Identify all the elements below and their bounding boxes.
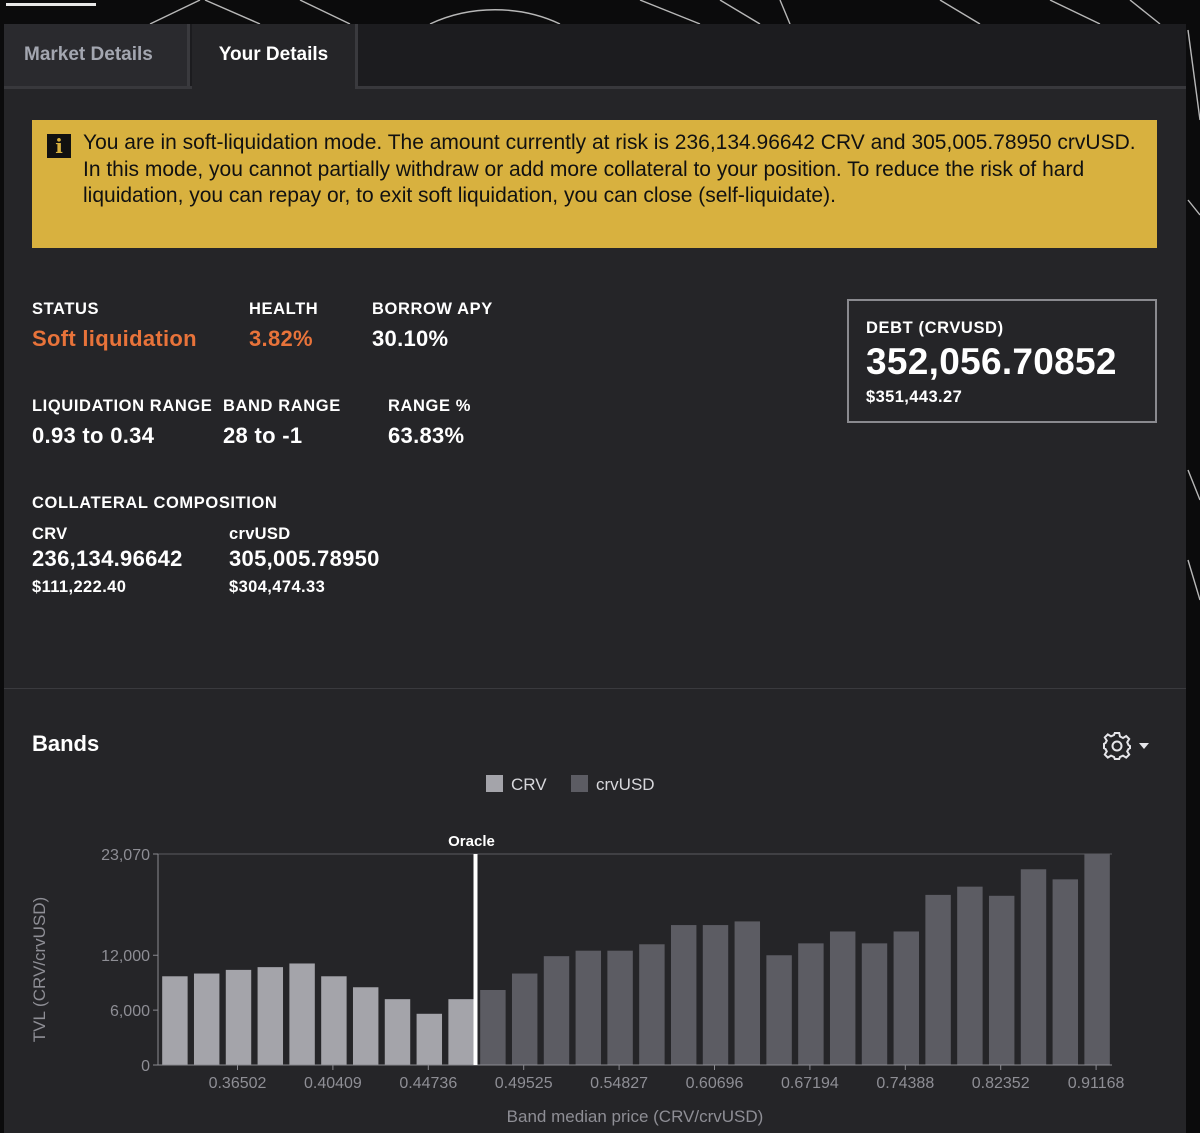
bar-crvusd[interactable]	[734, 921, 761, 1065]
crvusd-swatch	[571, 775, 588, 792]
x-tick-label: 0.40409	[304, 1075, 362, 1092]
y-tick-label: 23,070	[101, 847, 150, 864]
collateral-composition-label: COLLATERAL COMPOSITION	[32, 494, 278, 512]
x-tick-label: 0.44736	[399, 1075, 457, 1092]
health-label: HEALTH	[249, 300, 319, 318]
y-axis-label: TVL (CRV/crvUSD)	[30, 897, 49, 1042]
bar-crvusd[interactable]	[957, 886, 983, 1065]
legend-crv-label: CRV	[511, 775, 547, 794]
collateral-crv-label: CRV	[32, 525, 68, 543]
bar-crv[interactable]	[384, 999, 411, 1065]
details-panel: Market Details Your Details i You are in…	[4, 24, 1186, 1133]
bands-chart: 0 6,000 12,000 23,070 0.36502 0.40409 0.44736 0…	[30, 833, 1125, 1126]
section-divider	[4, 688, 1186, 689]
bar-crvusd[interactable]	[829, 931, 856, 1065]
debt-card: DEBT (CRVUSD) 352,056.70852 $351,443.27	[847, 299, 1157, 423]
collateral-crv-value: 236,134.96642	[32, 546, 183, 571]
legend-item-crvusd[interactable]: crvUSD	[571, 775, 655, 795]
soft-liquidation-alert: i You are in soft-liquidation mode. The …	[32, 120, 1157, 248]
y-tick-label: 12,000	[101, 948, 150, 965]
borrow-apy-label: BORROW APY	[372, 300, 493, 318]
alert-text: You are in soft-liquidation mode. The am…	[83, 131, 1136, 207]
bar-crv[interactable]	[321, 976, 347, 1065]
range-pct-value: 63.83%	[388, 423, 465, 448]
bar-crvusd[interactable]	[1020, 869, 1047, 1065]
bar-crvusd[interactable]	[861, 943, 888, 1065]
bar-crv[interactable]	[193, 973, 220, 1065]
bar-crvusd[interactable]	[925, 894, 951, 1065]
bar-crv[interactable]	[448, 999, 474, 1065]
range-pct-label: RANGE %	[388, 397, 472, 415]
y-tick-label: 0	[141, 1058, 150, 1075]
bar-crvusd[interactable]	[511, 973, 538, 1065]
x-tick-label: 0.60696	[686, 1075, 744, 1092]
band-range-value: 28 to -1	[223, 423, 303, 448]
bands-title: Bands	[32, 731, 100, 756]
bar-crvusd[interactable]	[607, 950, 633, 1065]
x-tick-label: 0.91168	[1068, 1075, 1125, 1092]
info-icon: i	[47, 134, 71, 158]
x-tick-label: 0.82352	[972, 1075, 1030, 1092]
bar-crv[interactable]	[352, 987, 379, 1065]
status-label: STATUS	[32, 300, 100, 318]
bar-crvusd[interactable]	[702, 925, 729, 1065]
bar-crvusd[interactable]	[798, 943, 824, 1065]
y-tick-label: 6,000	[110, 1003, 150, 1020]
bar-crvusd[interactable]	[988, 895, 1015, 1065]
x-tick-label: 0.36502	[209, 1075, 267, 1092]
x-axis-label: Band median price (CRV/crvUSD)	[507, 1107, 764, 1126]
bar-crvusd[interactable]	[893, 931, 920, 1065]
legend-crvusd-label: crvUSD	[596, 775, 655, 794]
band-range-label: BAND RANGE	[223, 397, 341, 415]
liquidation-range-label: LIQUIDATION RANGE	[32, 397, 213, 415]
collateral-crvusd-usd: $304,474.33	[229, 578, 326, 596]
tab-bar: Market Details Your Details	[4, 24, 1186, 89]
bar-crvusd[interactable]	[1084, 854, 1110, 1065]
collateral-crvusd-value: 305,005.78950	[229, 546, 380, 571]
bar-crvusd[interactable]	[639, 944, 665, 1065]
legend-item-crv[interactable]: CRV	[486, 775, 547, 795]
tab-market-details[interactable]: Market Details	[4, 24, 190, 86]
x-tick-label: 0.54827	[590, 1075, 648, 1092]
oracle-label: Oracle	[448, 833, 495, 850]
bar-crv[interactable]	[416, 1013, 443, 1065]
bar-crv[interactable]	[225, 969, 252, 1065]
status-value: Soft liquidation	[32, 326, 197, 351]
bar-crvusd[interactable]	[1052, 879, 1079, 1065]
crv-swatch	[486, 775, 503, 792]
bar-crv[interactable]	[257, 967, 284, 1065]
bar-crvusd[interactable]	[480, 990, 506, 1065]
collateral-crvusd-label: crvUSD	[229, 525, 291, 543]
x-tick-label: 0.74388	[876, 1075, 934, 1092]
bar-crvusd[interactable]	[543, 956, 570, 1065]
borrow-apy-value: 30.10%	[372, 326, 449, 351]
collateral-crv-usd: $111,222.40	[32, 578, 127, 596]
x-tick-label: 0.67194	[781, 1075, 839, 1092]
debt-value: 352,056.70852	[866, 341, 1117, 382]
chart-settings-button[interactable]	[1102, 731, 1152, 761]
x-tick-label: 0.49525	[495, 1075, 553, 1092]
health-value: 3.82%	[249, 326, 313, 351]
bar-crvusd[interactable]	[575, 950, 602, 1065]
gear-icon	[1103, 732, 1149, 760]
debt-usd: $351,443.27	[866, 388, 963, 406]
caret-down-icon	[1139, 743, 1149, 749]
debt-label: DEBT (CRVUSD)	[866, 319, 1004, 337]
bar-crvusd[interactable]	[766, 955, 792, 1065]
bar-crvusd[interactable]	[670, 925, 697, 1065]
liquidation-range-value: 0.93 to 0.34	[32, 423, 155, 448]
tab-your-details[interactable]: Your Details	[192, 24, 358, 89]
bar-crv[interactable]	[289, 963, 315, 1065]
bar-crv[interactable]	[162, 976, 188, 1065]
